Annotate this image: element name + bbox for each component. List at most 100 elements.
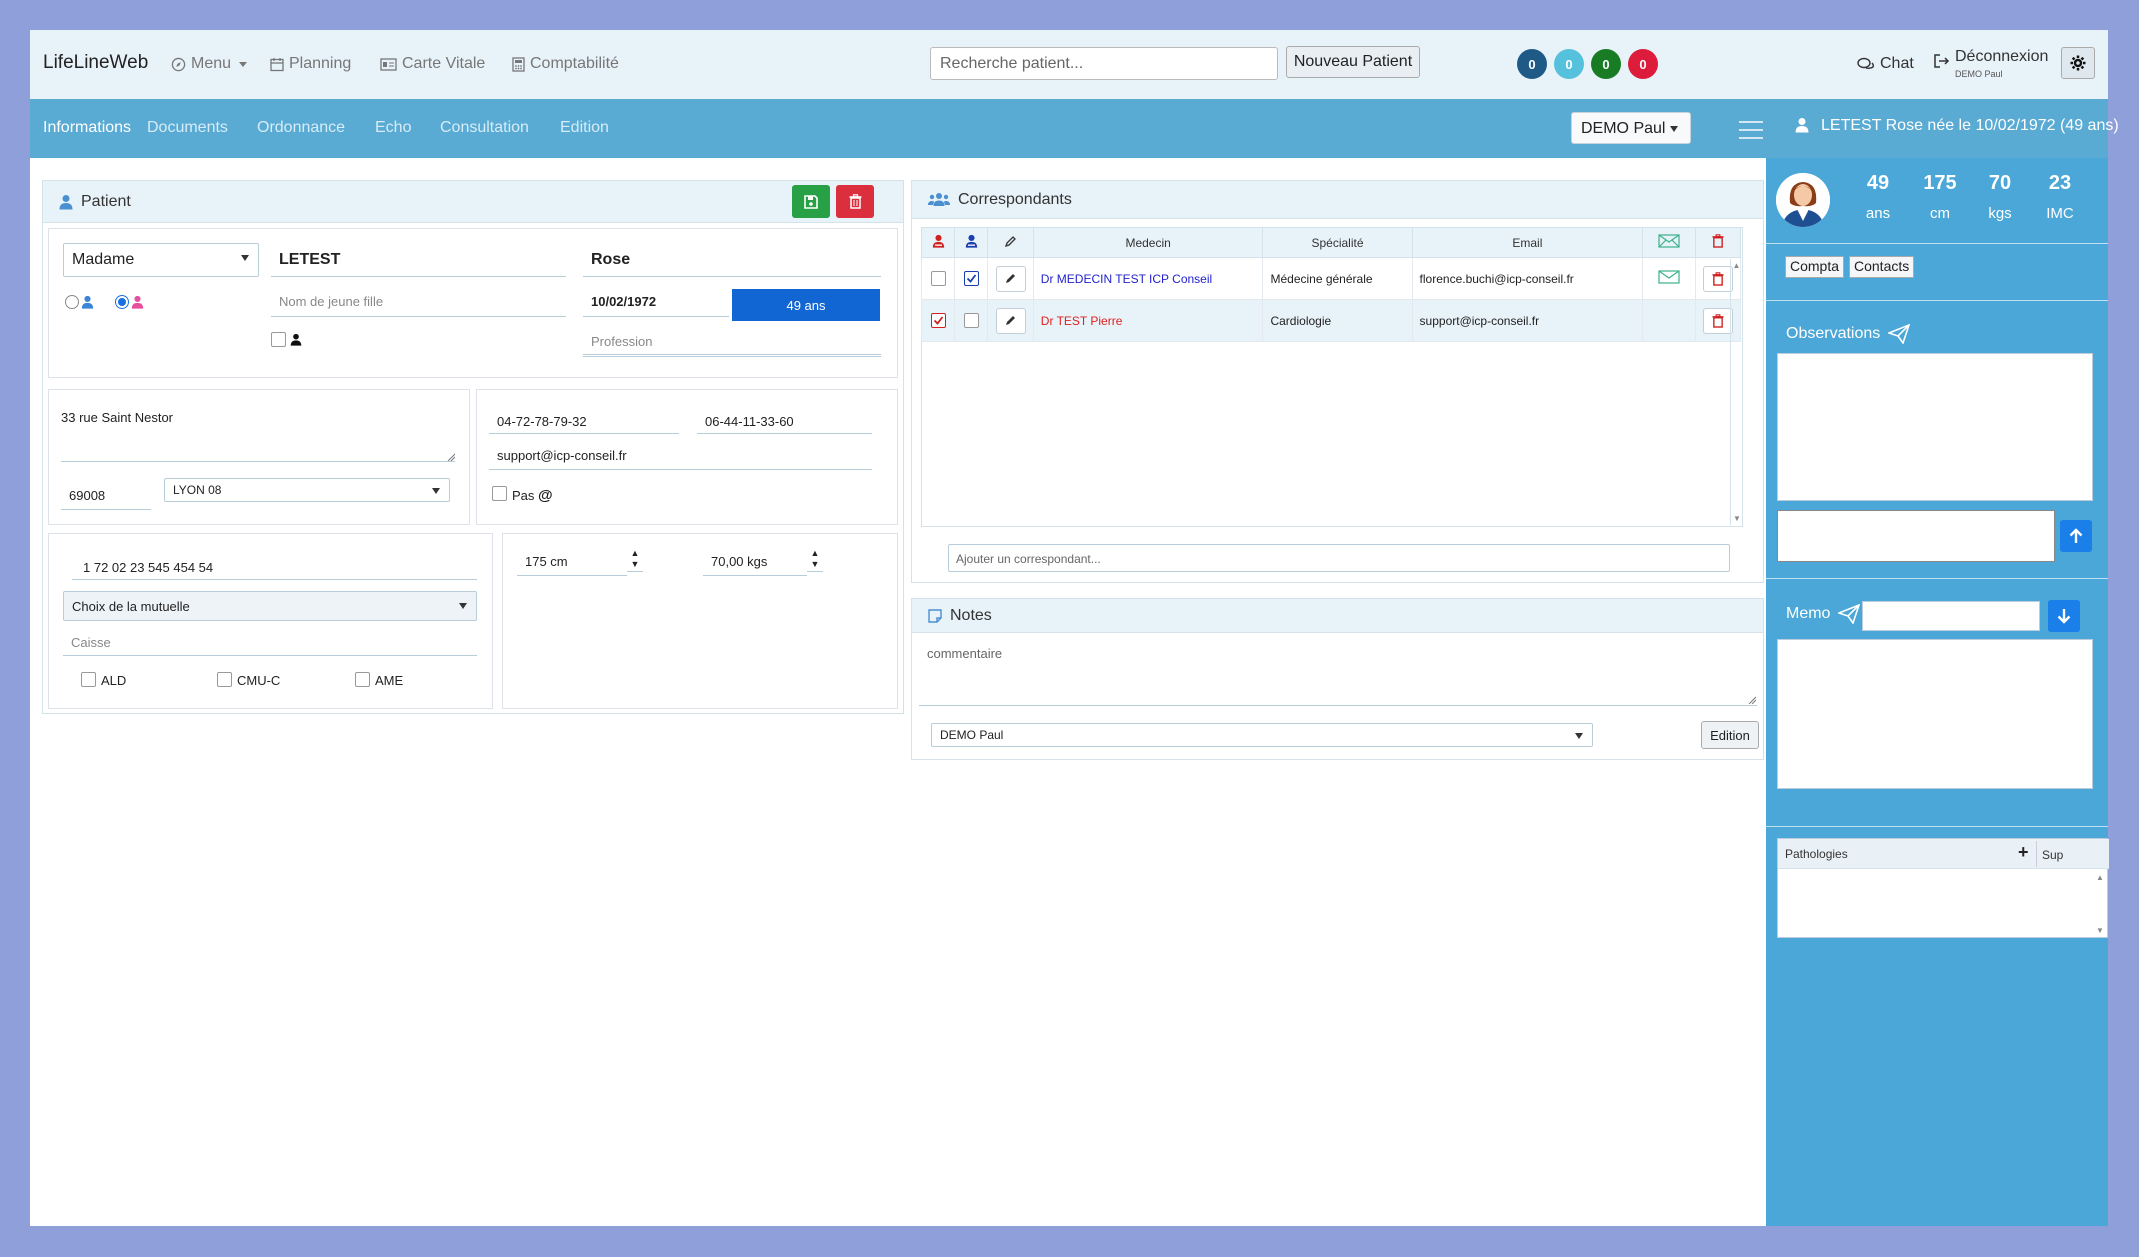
nav-comptabilite[interactable]: Comptabilité — [512, 55, 619, 73]
patient-search-input[interactable] — [930, 47, 1278, 80]
deceased-checkbox[interactable] — [271, 332, 286, 347]
delete-patient-button[interactable] — [836, 185, 874, 218]
height-field[interactable]: 175 cm — [517, 546, 627, 576]
address-value: 33 rue Saint Nestor — [61, 410, 174, 425]
table-row[interactable]: Dr TEST Pierre Cardiologie support@icp-c… — [920, 299, 1742, 342]
tab-consultation[interactable]: Consultation — [440, 119, 529, 137]
id-card-icon — [380, 57, 397, 71]
stat-imc-unit: IMC — [2046, 205, 2074, 222]
social-security-field[interactable]: 1 72 02 23 545 454 54 — [72, 546, 477, 580]
contacts-button[interactable]: Contacts — [1849, 256, 1915, 278]
new-patient-button[interactable]: Nouveau Patient — [1286, 46, 1420, 78]
send-mail-icon[interactable] — [1658, 270, 1680, 284]
chat-link[interactable]: Chat — [1857, 55, 1914, 73]
memo-download-button[interactable] — [2048, 600, 2080, 632]
recipient-checkbox[interactable] — [963, 313, 979, 329]
resize-handle-icon[interactable] — [1748, 696, 1756, 704]
badge-count-light-blue[interactable]: 0 — [1554, 49, 1584, 79]
observations-textarea[interactable] — [1777, 353, 2093, 501]
brand-logo[interactable]: LifeLineWeb — [43, 52, 148, 74]
female-radio[interactable] — [115, 295, 129, 309]
city-select[interactable]: LYON 08 — [164, 478, 450, 502]
badge-count-green[interactable]: 0 — [1591, 49, 1621, 79]
menu-dropdown[interactable]: Menu — [171, 55, 248, 73]
save-button[interactable] — [792, 185, 830, 218]
chat-icon — [1857, 57, 1875, 69]
logout-label: Déconnexion — [1955, 48, 2049, 65]
tab-informations[interactable]: Informations — [43, 119, 131, 137]
correspondant-name[interactable]: Dr TEST Pierre — [1032, 299, 1264, 342]
notes-panel-header: Notes — [912, 599, 1763, 633]
email-field[interactable]: support@icp-conseil.fr — [489, 438, 872, 470]
settings-button[interactable] — [2061, 47, 2095, 79]
tab-documents[interactable]: Documents — [147, 119, 228, 137]
scroll-up-icon[interactable]: ▲ — [2096, 873, 2104, 882]
phone-1-field[interactable]: 04-72-78-79-32 — [489, 402, 679, 434]
sup-column[interactable]: Sup — [2042, 848, 2063, 862]
table-scrollbar[interactable]: ▲ ▼ — [1730, 259, 1742, 525]
notes-edition-button[interactable]: Edition — [1701, 721, 1759, 749]
check-icon — [933, 316, 943, 326]
memo-input[interactable] — [1862, 601, 2040, 631]
maiden-name-field[interactable]: Nom de jeune fille — [271, 285, 566, 317]
sender-checkbox[interactable] — [930, 271, 946, 287]
tab-ordonnance[interactable]: Ordonnance — [257, 119, 345, 137]
doctor-select[interactable]: DEMO Paul — [1571, 112, 1691, 144]
ald-checkbox[interactable] — [81, 672, 96, 687]
edit-correspondant-button[interactable] — [995, 307, 1026, 334]
weight-stepper[interactable]: ▲ ▼ — [807, 548, 823, 572]
address-textarea[interactable]: 33 rue Saint Nestor — [61, 402, 455, 462]
caisse-field[interactable]: Caisse — [63, 626, 477, 656]
no-email-checkbox[interactable] — [492, 486, 507, 501]
phone-2-field[interactable]: 06-44-11-33-60 — [697, 402, 872, 434]
delete-correspondant-button[interactable] — [1702, 307, 1733, 334]
profession-placeholder: Profession — [591, 334, 653, 349]
col-sender-icon — [920, 227, 956, 258]
badge-count-dark-blue[interactable]: 0 — [1517, 49, 1547, 79]
hamburger-menu-icon[interactable] — [1739, 121, 1763, 139]
scroll-down-icon[interactable]: ▼ — [2096, 926, 2104, 935]
edit-correspondant-button[interactable] — [995, 265, 1026, 292]
profession-field[interactable]: Profession — [583, 323, 881, 357]
paper-plane-icon[interactable] — [1838, 604, 1861, 624]
ame-checkbox[interactable] — [355, 672, 370, 687]
memo-textarea[interactable] — [1777, 639, 2093, 789]
last-name-field[interactable]: LETEST — [271, 243, 566, 277]
add-pathology-icon[interactable]: + — [2018, 842, 2029, 863]
tab-edition[interactable]: Edition — [560, 119, 609, 137]
observation-input[interactable] — [1777, 510, 2055, 562]
nav-planning[interactable]: Planning — [270, 55, 351, 73]
trash-icon — [849, 194, 861, 209]
weight-field[interactable]: 70,00 kgs — [703, 546, 807, 576]
col-email[interactable]: Email — [1411, 227, 1644, 258]
notes-doctor-value: DEMO Paul — [940, 728, 1004, 742]
birth-date-field[interactable]: 10/02/1972 — [583, 285, 729, 317]
height-stepper[interactable]: ▲ ▼ — [627, 548, 643, 572]
table-row[interactable]: Dr MEDECIN TEST ICP Conseil Médecine gén… — [920, 257, 1742, 300]
delete-correspondant-button[interactable] — [1702, 265, 1733, 292]
resize-handle-icon[interactable] — [447, 453, 455, 461]
notes-doctor-select[interactable]: DEMO Paul — [931, 723, 1593, 747]
nav-carte-vitale[interactable]: Carte Vitale — [380, 55, 485, 73]
civility-select[interactable]: Madame — [63, 243, 259, 277]
tab-echo[interactable]: Echo — [375, 119, 411, 137]
badge-count-red[interactable]: 0 — [1628, 49, 1658, 79]
add-correspondant-input[interactable]: Ajouter un correspondant... — [948, 544, 1730, 572]
first-name-field[interactable]: Rose — [583, 243, 881, 277]
compta-button[interactable]: Compta — [1785, 256, 1845, 278]
paper-plane-icon[interactable] — [1888, 324, 1911, 344]
notes-textarea[interactable]: commentaire — [919, 641, 1757, 706]
postal-code-field[interactable]: 69008 — [61, 478, 151, 510]
chevron-down-icon — [241, 255, 249, 261]
patient-summary-header: LETEST Rose née le 10/02/1972 (49 ans) — [1795, 117, 2119, 135]
col-medecin[interactable]: Medecin — [1032, 227, 1264, 258]
col-specialite[interactable]: Spécialité — [1262, 227, 1413, 258]
cmu-c-checkbox[interactable] — [217, 672, 232, 687]
sender-checkbox-checked[interactable] — [930, 313, 946, 329]
correspondant-name[interactable]: Dr MEDECIN TEST ICP Conseil — [1032, 257, 1264, 300]
mutuelle-select[interactable]: Choix de la mutuelle — [63, 591, 477, 621]
recipient-checkbox-checked[interactable] — [963, 271, 979, 287]
send-observation-button[interactable] — [2060, 520, 2092, 552]
tabs-bar: Informations Documents Ordonnance Echo C… — [30, 99, 2119, 158]
male-radio[interactable] — [65, 295, 79, 309]
